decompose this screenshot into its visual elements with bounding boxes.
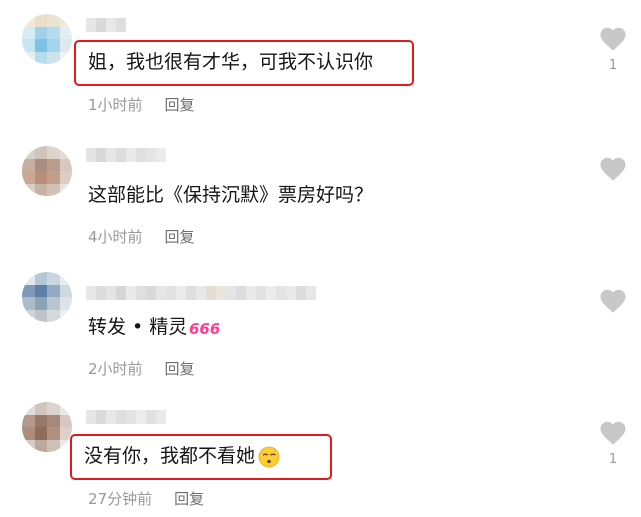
comment-text: 姐，我也很有才华，可我不认识你 [88, 51, 374, 73]
comment-text-body: 没有你，我都不看她 [84, 445, 256, 467]
heart-icon[interactable] [598, 24, 628, 54]
username-redacted[interactable] [86, 286, 316, 300]
username-redacted[interactable] [86, 148, 166, 162]
reply-button[interactable]: 回复 [174, 490, 204, 508]
username-redacted[interactable] [86, 18, 126, 32]
heart-icon[interactable] [598, 286, 628, 316]
comment-meta: 27分钟前 回复 [88, 488, 204, 509]
comment-text: 转发 • 精灵 666 [88, 315, 219, 339]
avatar[interactable] [22, 402, 72, 452]
avatar[interactable] [22, 272, 72, 322]
like-count: 1 [608, 452, 618, 467]
sleepy-face-icon [258, 446, 280, 467]
comment-time: 2小时前 [88, 360, 143, 378]
comment-text: 没有你，我都不看她 [84, 444, 280, 468]
comment-meta: 4小时前 回复 [88, 226, 195, 247]
svg-text:666: 666 [189, 320, 219, 337]
reply-button[interactable]: 回复 [165, 228, 195, 246]
heart-icon[interactable] [598, 154, 628, 184]
heart-icon[interactable] [598, 418, 628, 448]
avatar[interactable] [22, 14, 72, 64]
comment-text-body: 转发 • 精灵 [88, 316, 188, 338]
reply-button[interactable]: 回复 [165, 360, 195, 378]
comment-time: 1小时前 [88, 96, 143, 114]
comment-time: 4小时前 [88, 228, 143, 246]
comment-time: 27分钟前 [88, 490, 153, 508]
666-sticker-icon: 666 [189, 320, 219, 337]
comment-meta: 2小时前 回复 [88, 358, 195, 379]
comment-text: 这部能比《保持沉默》票房好吗？ [88, 184, 374, 206]
like-count: 1 [608, 58, 618, 73]
comment-meta: 1小时前 回复 [88, 94, 195, 115]
reply-button[interactable]: 回复 [165, 96, 195, 114]
avatar[interactable] [22, 146, 72, 196]
username-redacted[interactable] [86, 410, 166, 424]
